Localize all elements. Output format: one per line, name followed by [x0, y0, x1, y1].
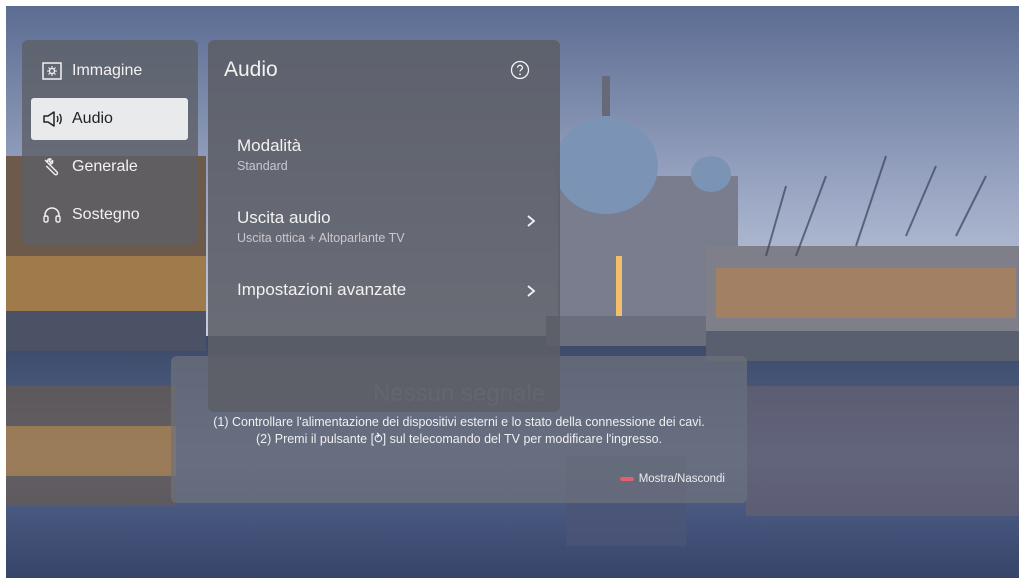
audio-settings-panel: Audio Modalità Standard Uscita audio Usc…	[208, 40, 560, 412]
menu-item-audio[interactable]: Audio	[31, 98, 188, 140]
picture-icon	[39, 58, 65, 84]
show-hide-toggle[interactable]: Mostra/Nascondi	[619, 473, 725, 485]
menu-item-generale[interactable]: Generale	[31, 146, 188, 188]
chevron-right-icon	[527, 215, 536, 227]
option-impostazioni-avanzate[interactable]: Impostazioni avanzate	[237, 280, 537, 300]
menu-item-label: Generale	[72, 158, 138, 175]
wrench-icon	[39, 154, 65, 180]
option-title: Modalità	[237, 136, 302, 155]
no-signal-message: (1) Controllare l'alimentazione dei disp…	[201, 414, 717, 448]
menu-item-label: Audio	[72, 110, 113, 127]
no-signal-line-2: (2) Premi il pulsante [⥁] sul telecomand…	[255, 432, 662, 446]
option-modalita[interactable]: Modalità Standard	[237, 136, 537, 173]
tv-screen: Immagine Audio Generale Sostegno Nessun …	[6, 6, 1019, 578]
speaker-icon	[39, 106, 65, 132]
panel-title: Audio	[224, 58, 278, 81]
option-title: Uscita audio	[237, 208, 331, 227]
option-uscita-audio[interactable]: Uscita audio Uscita ottica + Altoparlant…	[237, 208, 537, 245]
menu-item-label: Immagine	[72, 62, 143, 79]
menu-item-label: Sostegno	[72, 206, 140, 223]
red-key-icon	[619, 477, 634, 481]
help-icon[interactable]	[510, 60, 530, 80]
no-signal-line-1: (1) Controllare l'alimentazione dei disp…	[213, 415, 705, 429]
option-title: Impostazioni avanzate	[237, 280, 407, 299]
chevron-right-icon	[527, 285, 536, 297]
headset-icon	[39, 202, 65, 228]
option-value: Uscita ottica + Altoparlante TV	[237, 231, 405, 245]
menu-item-sostegno[interactable]: Sostegno	[31, 194, 188, 236]
settings-category-menu: Immagine Audio Generale Sostegno	[22, 40, 198, 245]
show-hide-label: Mostra/Nascondi	[638, 473, 725, 485]
menu-item-immagine[interactable]: Immagine	[31, 50, 188, 92]
option-value: Standard	[237, 159, 288, 173]
